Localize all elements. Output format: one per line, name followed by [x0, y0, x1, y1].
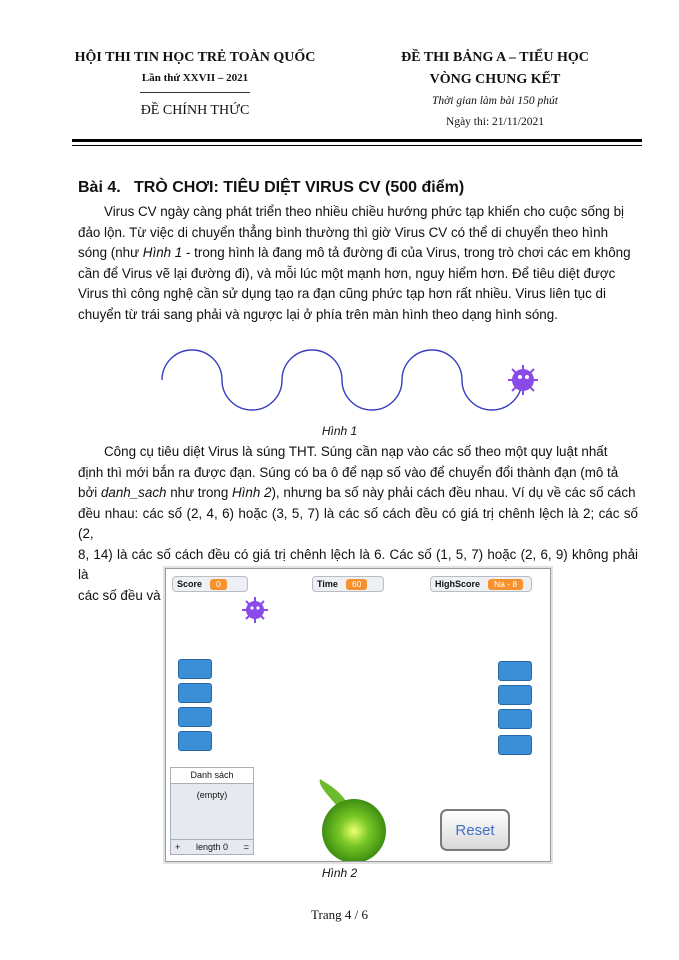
- number-button-right-2[interactable]: [498, 685, 532, 705]
- number-button-right-1[interactable]: [498, 661, 532, 681]
- number-button-right-4[interactable]: [498, 735, 532, 755]
- list-empty-text: (empty): [196, 790, 228, 800]
- number-button-right-3[interactable]: [498, 709, 532, 729]
- score-monitor: Score 0: [172, 576, 248, 592]
- exam-title: ĐỀ THI BẢNG A – TIỂU HỌC: [401, 50, 589, 65]
- text-run: sóng (như: [78, 245, 143, 260]
- para-line: Công cụ tiêu diệt Virus là súng THT. Sún…: [104, 444, 608, 459]
- list-name-ref: danh_sach: [100, 485, 167, 500]
- highscore-label: HighScore: [435, 579, 481, 589]
- figure2-caption: Hình 2: [321, 866, 358, 880]
- exam-date: Ngày thi: 21/11/2021: [446, 116, 544, 128]
- number-button-left-1[interactable]: [178, 659, 212, 679]
- number-button-left-4[interactable]: [178, 731, 212, 751]
- highscore-monitor: HighScore Na - 8: [430, 576, 532, 592]
- score-value: 0: [210, 578, 227, 590]
- highscore-value: Na - 8: [488, 578, 524, 590]
- text-run: như trong: [166, 485, 233, 500]
- paragraph-intro: Virus CV ngày càng phát triển theo nhiều…: [78, 202, 638, 325]
- number-button-left-3[interactable]: [178, 707, 212, 727]
- para-line: cần để Virus vẽ lại đường đi), và mỗi lú…: [78, 265, 616, 281]
- list-length: length 0: [195, 842, 229, 852]
- reset-button[interactable]: Reset: [440, 809, 510, 851]
- time-value: 60: [345, 578, 368, 590]
- text-run: - trong hình là đang mô tả đường đi của …: [182, 245, 631, 260]
- para-line: định thì mới bắn ra được đạn. Súng có ba…: [78, 464, 619, 480]
- para-line: Virus thì công nghệ cần sử dụng tạo ra đ…: [78, 286, 606, 301]
- page-number: Trang 4 / 6: [311, 907, 368, 922]
- para-line: bởi danh_sach như trong Hình 2), nhưng b…: [78, 483, 638, 504]
- list-resize-handle[interactable]: =: [244, 842, 249, 852]
- para-line: chuyển từ trái sang phải và ngược lại ở …: [78, 306, 558, 322]
- number-button-left-2[interactable]: [178, 683, 212, 703]
- score-label: Score: [177, 579, 203, 589]
- game-stage[interactable]: Score 0 Time 60 HighScore Na - 8 Danh sá…: [165, 568, 551, 862]
- figure-ref: Hình 1: [142, 245, 183, 260]
- header-rule-thin: [72, 145, 642, 146]
- text-run: ), nhưng ba số này phải cách đều nhau. V…: [271, 485, 636, 500]
- exam-duration: Thời gian làm bài 150 phút: [432, 95, 558, 107]
- para-line: sóng (như Hình 1 - trong hình là đang mô…: [78, 243, 638, 264]
- header-underline: [140, 92, 250, 93]
- virus-wave-figure: [161, 349, 538, 411]
- figure1-caption: Hình 1: [321, 424, 358, 438]
- cannon-icon[interactable]: [316, 775, 388, 861]
- list-add-button[interactable]: +: [175, 842, 180, 852]
- wave-path: [161, 349, 523, 411]
- virus-sprite-icon: [242, 597, 268, 623]
- contest-edition: Lần thứ XXVII – 2021: [141, 72, 249, 84]
- section-title: Bài 4. TRÒ CHƠI: TIÊU DIỆT VIRUS CV (500…: [78, 179, 465, 196]
- list-footer: + length 0 =: [171, 839, 253, 854]
- list-monitor: Danh sách (empty) + length 0 =: [170, 767, 254, 855]
- para-line: đảo lộn. Từ việc di chuyển thẳng bình th…: [78, 224, 609, 240]
- list-title: Danh sách: [171, 768, 253, 784]
- header-rule-thick: [72, 139, 642, 142]
- time-label: Time: [317, 579, 338, 589]
- virus-icon: [508, 365, 538, 395]
- text-run: bởi: [78, 485, 101, 500]
- exam-round: VÒNG CHUNG KẾT: [429, 72, 561, 87]
- figure-ref: Hình 2: [232, 485, 272, 500]
- time-monitor: Time 60: [312, 576, 384, 592]
- para-line: đều nhau: các số (2, 4, 6) hoặc (3, 5, 7…: [78, 505, 638, 542]
- para-line: Virus CV ngày càng phát triển theo nhiều…: [104, 204, 625, 219]
- contest-name: HỘI THI TIN HỌC TRẺ TOÀN QUỐC: [74, 50, 316, 65]
- official-label: ĐỀ CHÍNH THỨC: [140, 103, 250, 118]
